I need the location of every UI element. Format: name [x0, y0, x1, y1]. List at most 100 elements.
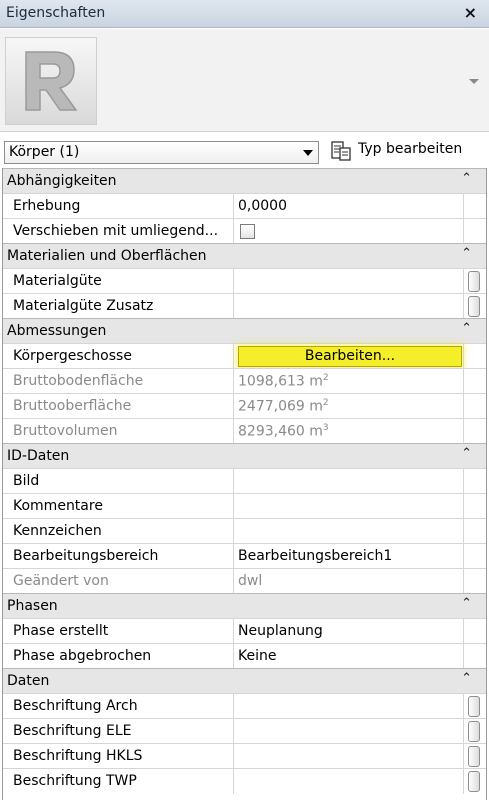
group-header[interactable]: ID-Daten ⌃	[3, 443, 486, 468]
property-value: Keine	[238, 648, 276, 664]
property-value-text: Bearbeitungsbereich1	[238, 548, 393, 564]
property-row[interactable]: Beschriftung Arch	[3, 693, 486, 719]
property-value: 8293,460 m3	[238, 423, 329, 440]
property-value: 0,0000	[238, 198, 287, 214]
edit-mass-floors-button[interactable]: Bearbeiten...	[238, 346, 462, 367]
group-title: Phasen	[7, 598, 58, 614]
property-value-cell[interactable]: Keine	[233, 644, 464, 669]
property-name: Materialgüte	[13, 273, 102, 289]
property-value-cell[interactable]	[233, 719, 464, 744]
property-value-text: dwl	[238, 573, 263, 589]
property-value-cell: 8293,460 m3	[233, 419, 464, 444]
property-value-cell[interactable]: Neuplanung	[233, 619, 464, 644]
property-value-cell[interactable]: Bearbeitungsbereich1	[233, 544, 464, 569]
property-value-text: Keine	[238, 648, 277, 664]
preview-dropdown-arrow-icon[interactable]	[469, 79, 479, 84]
group-header[interactable]: Daten ⌃	[3, 668, 486, 693]
type-selector-value: Körper (1)	[9, 144, 80, 160]
unit-exponent: 2	[322, 398, 329, 408]
collapse-chevron-icon[interactable]: ⌃	[461, 321, 472, 336]
property-value-cell[interactable]: Bearbeiten...	[233, 344, 464, 369]
unit-exponent: 3	[322, 423, 329, 433]
property-row[interactable]: Körpergeschosse Bearbeiten...	[3, 343, 486, 369]
edit-type-label: Typ bearbeiten	[358, 141, 463, 157]
property-name: Kommentare	[13, 498, 103, 514]
property-name: Erhebung	[13, 198, 81, 214]
revit-logo-icon	[5, 37, 97, 125]
type-preview	[0, 29, 489, 132]
property-row[interactable]: Phase erstellt Neuplanung	[3, 618, 486, 644]
group-header[interactable]: Abhängigkeiten ⌃	[3, 168, 486, 193]
property-row[interactable]: Erhebung 0,0000	[3, 193, 486, 219]
property-name: Bruttovolumen	[13, 423, 118, 439]
browse-button[interactable]	[468, 771, 480, 792]
property-name: Beschriftung TWP	[13, 773, 137, 789]
group-header[interactable]: Abmessungen ⌃	[3, 318, 486, 343]
property-value-cell[interactable]	[233, 469, 464, 494]
property-name: Phase abgebrochen	[13, 648, 152, 664]
property-name: Verschieben mit umliegend...	[13, 223, 219, 239]
group-header[interactable]: Phasen ⌃	[3, 593, 486, 618]
property-name: Geändert von	[13, 573, 109, 589]
property-row[interactable]: Materialgüte	[3, 268, 486, 294]
property-row[interactable]: Beschriftung HKLS	[3, 743, 486, 769]
group-header[interactable]: Materialien und Oberflächen ⌃	[3, 243, 486, 268]
browse-button[interactable]	[468, 271, 480, 292]
close-icon[interactable]: ×	[464, 3, 477, 22]
unit-exponent: 2	[322, 373, 329, 383]
property-name: Bearbeitungsbereich	[13, 548, 159, 564]
property-name: Materialgüte Zusatz	[13, 298, 154, 314]
property-value: dwl	[238, 573, 262, 589]
browse-button[interactable]	[468, 721, 480, 742]
property-row[interactable]: Bild	[3, 468, 486, 494]
browse-button[interactable]	[468, 296, 480, 317]
collapse-chevron-icon[interactable]: ⌃	[461, 246, 472, 261]
property-grid: Abhängigkeiten ⌃ Erhebung 0,0000 Verschieben…	[2, 168, 487, 800]
property-value-text: 1098,613 m	[238, 373, 323, 390]
browse-button[interactable]	[468, 746, 480, 767]
property-value-cell[interactable]: 0,0000	[233, 194, 464, 219]
property-value-cell[interactable]	[233, 494, 464, 519]
type-selector-dropdown[interactable]: Körper (1)	[4, 141, 319, 164]
panel-title: Eigenschaften	[6, 5, 106, 21]
property-row: Bruttooberfläche 2477,069 m2	[3, 393, 486, 419]
property-value: Neuplanung	[238, 623, 323, 639]
property-value-text: Neuplanung	[238, 623, 323, 639]
chevron-down-icon	[303, 150, 313, 156]
property-row[interactable]: Beschriftung ELE	[3, 718, 486, 744]
property-row[interactable]: Beschriftung TWP	[3, 768, 486, 794]
move-with-grids-checkbox[interactable]	[240, 224, 255, 239]
collapse-chevron-icon[interactable]: ⌃	[461, 446, 472, 461]
property-value-cell[interactable]	[233, 769, 464, 794]
property-value-cell: 1098,613 m2	[233, 369, 464, 394]
property-value-cell[interactable]	[233, 694, 464, 719]
property-value-cell[interactable]	[233, 219, 464, 244]
property-name: Körpergeschosse	[13, 348, 132, 364]
collapse-chevron-icon[interactable]: ⌃	[461, 596, 472, 611]
property-row: Bruttovolumen 8293,460 m3	[3, 418, 486, 444]
browse-button[interactable]	[468, 696, 480, 717]
property-value-cell[interactable]	[233, 269, 464, 294]
property-name: Bild	[13, 473, 40, 489]
property-row[interactable]: Phase abgebrochen Keine	[3, 643, 486, 669]
collapse-chevron-icon[interactable]: ⌃	[461, 171, 472, 186]
property-value-text: 2477,069 m	[238, 398, 323, 415]
property-value: Bearbeitungsbereich1	[238, 548, 392, 564]
property-row[interactable]: Kommentare	[3, 493, 486, 519]
property-value-cell[interactable]	[233, 744, 464, 769]
collapse-chevron-icon[interactable]: ⌃	[461, 671, 472, 686]
property-row: Bruttobodenfläche 1098,613 m2	[3, 368, 486, 394]
group-title: Abmessungen	[7, 323, 107, 339]
property-row[interactable]: Materialgüte Zusatz	[3, 293, 486, 319]
property-row[interactable]: Verschieben mit umliegend...	[3, 218, 486, 244]
property-value-cell[interactable]	[233, 519, 464, 544]
property-row[interactable]: Kennzeichen	[3, 518, 486, 544]
property-name: Bruttooberfläche	[13, 398, 132, 414]
property-row[interactable]: Bearbeitungsbereich Bearbeitungsbereich1	[3, 543, 486, 569]
group-title: Materialien und Oberflächen	[7, 248, 207, 264]
property-value-cell[interactable]	[233, 294, 464, 319]
property-name: Beschriftung Arch	[13, 698, 138, 714]
panel-titlebar: Eigenschaften ×	[0, 0, 489, 28]
property-value-cell: 2477,069 m2	[233, 394, 464, 419]
property-value-cell: dwl	[233, 569, 464, 594]
